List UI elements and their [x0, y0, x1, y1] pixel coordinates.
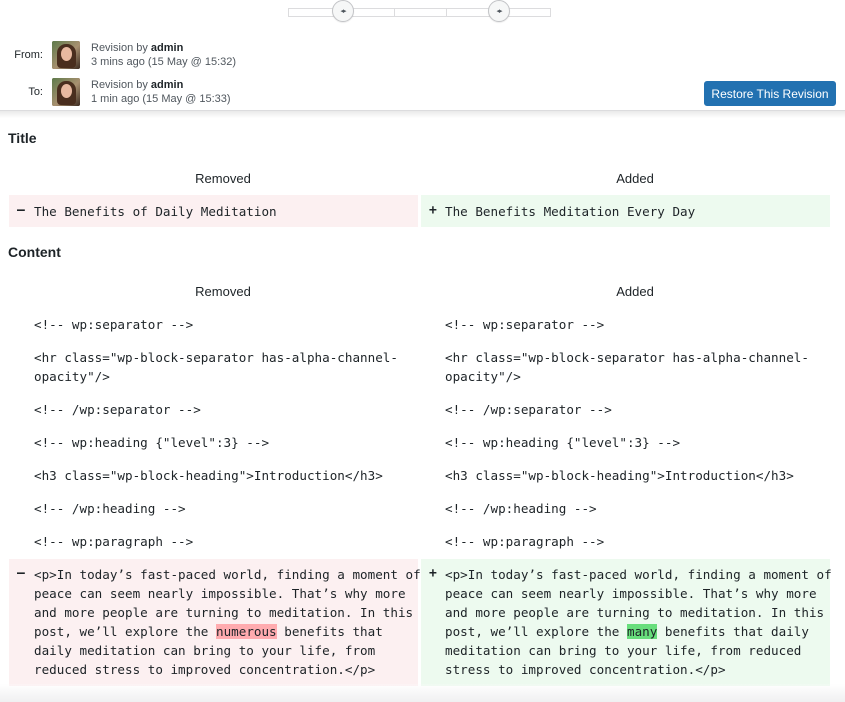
context-line: <hr class="wp-block-separator has-alpha-… [445, 350, 809, 365]
slider-handle-to[interactable]: ◂▸ [488, 0, 510, 22]
slider-handle-from[interactable]: ◂▸ [332, 0, 354, 22]
removed-line-part: post, we’ll explore the [34, 624, 216, 639]
title-section-heading: Title [8, 130, 37, 146]
removed-column-head: Removed [195, 171, 251, 186]
context-line: <!-- wp:heading {"level":3} --> [445, 435, 681, 450]
to-meta: Revision by admin 1 min ago (15 May @ 15… [91, 78, 231, 106]
from-prefix: Revision by [91, 42, 151, 54]
avatar [52, 41, 80, 69]
context-line: opacity"/> [445, 369, 521, 384]
revision-to: To: Revision by admin 1 min ago (15 May … [0, 78, 231, 106]
context-line: <!-- wp:heading {"level":3} --> [34, 435, 270, 450]
removed-word-highlight: numerous [215, 624, 277, 639]
added-line-part: benefits that daily [657, 624, 809, 639]
restore-revision-button[interactable]: Restore This Revision [704, 81, 836, 106]
added-column-head: Added [616, 171, 654, 186]
removed-line: peace can seem nearly impossible. That’s… [34, 586, 406, 601]
minus-icon: – [17, 203, 25, 218]
revision-from: From: Revision by admin 3 mins ago (15 M… [0, 41, 236, 69]
added-line: meditation can bring to your life, from … [445, 643, 802, 658]
added-column-head: Added [616, 284, 654, 299]
added-line: stress to improved concentration.</p> [445, 662, 726, 677]
context-line: <!-- wp:separator --> [445, 317, 605, 332]
removed-title-cell: – The Benefits of Daily Meditation [9, 195, 418, 227]
context-line: <!-- wp:separator --> [34, 317, 194, 332]
removed-line: and more people are turning to meditatio… [34, 605, 414, 620]
added-paragraph-cell: + <p>In today’s fast-paced world, findin… [421, 559, 832, 686]
context-line: <!-- /wp:separator --> [445, 402, 612, 417]
content-section-heading: Content [8, 244, 61, 260]
removed-paragraph-cell: – <p>In today’s fast-paced world, findin… [9, 559, 421, 686]
context-line: <!-- /wp:separator --> [34, 402, 201, 417]
added-line-part: post, we’ll explore the [445, 624, 627, 639]
added-line: <p>In today’s fast-paced world, finding … [445, 567, 832, 582]
added-line: post, we’ll explore the many benefits th… [445, 622, 809, 641]
to-time: 1 min ago (15 May @ 15:33) [91, 93, 231, 105]
plus-icon: + [429, 203, 437, 218]
removed-column-head: Removed [195, 284, 251, 299]
from-label: From: [14, 49, 43, 61]
removed-title-text: The Benefits of Daily Meditation [34, 204, 277, 219]
to-prefix: Revision by [91, 79, 151, 91]
context-line: <h3 class="wp-block-heading">Introductio… [445, 468, 794, 483]
slider-tick [394, 9, 395, 16]
arrows-icon: ◂▸ [496, 7, 502, 15]
context-line: <!-- wp:paragraph --> [34, 534, 194, 549]
from-time: 3 mins ago (15 May @ 15:32) [91, 56, 237, 68]
context-line: <!-- /wp:heading --> [445, 501, 597, 516]
header-divider [0, 110, 845, 118]
added-line: peace can seem nearly impossible. That’s… [445, 586, 817, 601]
context-line: <hr class="wp-block-separator has-alpha-… [34, 350, 398, 365]
slider-tick [446, 9, 447, 16]
removed-line: reduced stress to improved concentration… [34, 662, 376, 677]
minus-icon: – [17, 566, 25, 581]
arrows-icon: ◂▸ [340, 7, 346, 15]
added-line: and more people are turning to meditatio… [445, 605, 825, 620]
to-author: admin [150, 79, 184, 91]
context-line: <h3 class="wp-block-heading">Introductio… [34, 468, 383, 483]
from-author: admin [150, 42, 184, 54]
added-word-highlight: many [626, 624, 658, 639]
avatar [52, 78, 80, 106]
context-line: opacity"/> [34, 369, 110, 384]
revision-slider[interactable]: ◂▸ ◂▸ [288, 0, 551, 22]
context-line: <!-- wp:paragraph --> [445, 534, 605, 549]
added-title-cell: + The Benefits Meditation Every Day [421, 195, 830, 227]
removed-line-part: benefits that [276, 624, 383, 639]
removed-line: post, we’ll explore the numerous benefit… [34, 622, 383, 641]
removed-line: daily meditation can bring to your life,… [34, 643, 376, 658]
context-line: <!-- /wp:heading --> [34, 501, 186, 516]
from-meta: Revision by admin 3 mins ago (15 May @ 1… [91, 41, 236, 69]
removed-line: <p>In today’s fast-paced world, finding … [34, 567, 421, 582]
bottom-scroll-fade [0, 684, 845, 702]
added-title-text: The Benefits Meditation Every Day [445, 204, 696, 219]
plus-icon: + [429, 566, 437, 581]
to-label: To: [28, 86, 43, 98]
